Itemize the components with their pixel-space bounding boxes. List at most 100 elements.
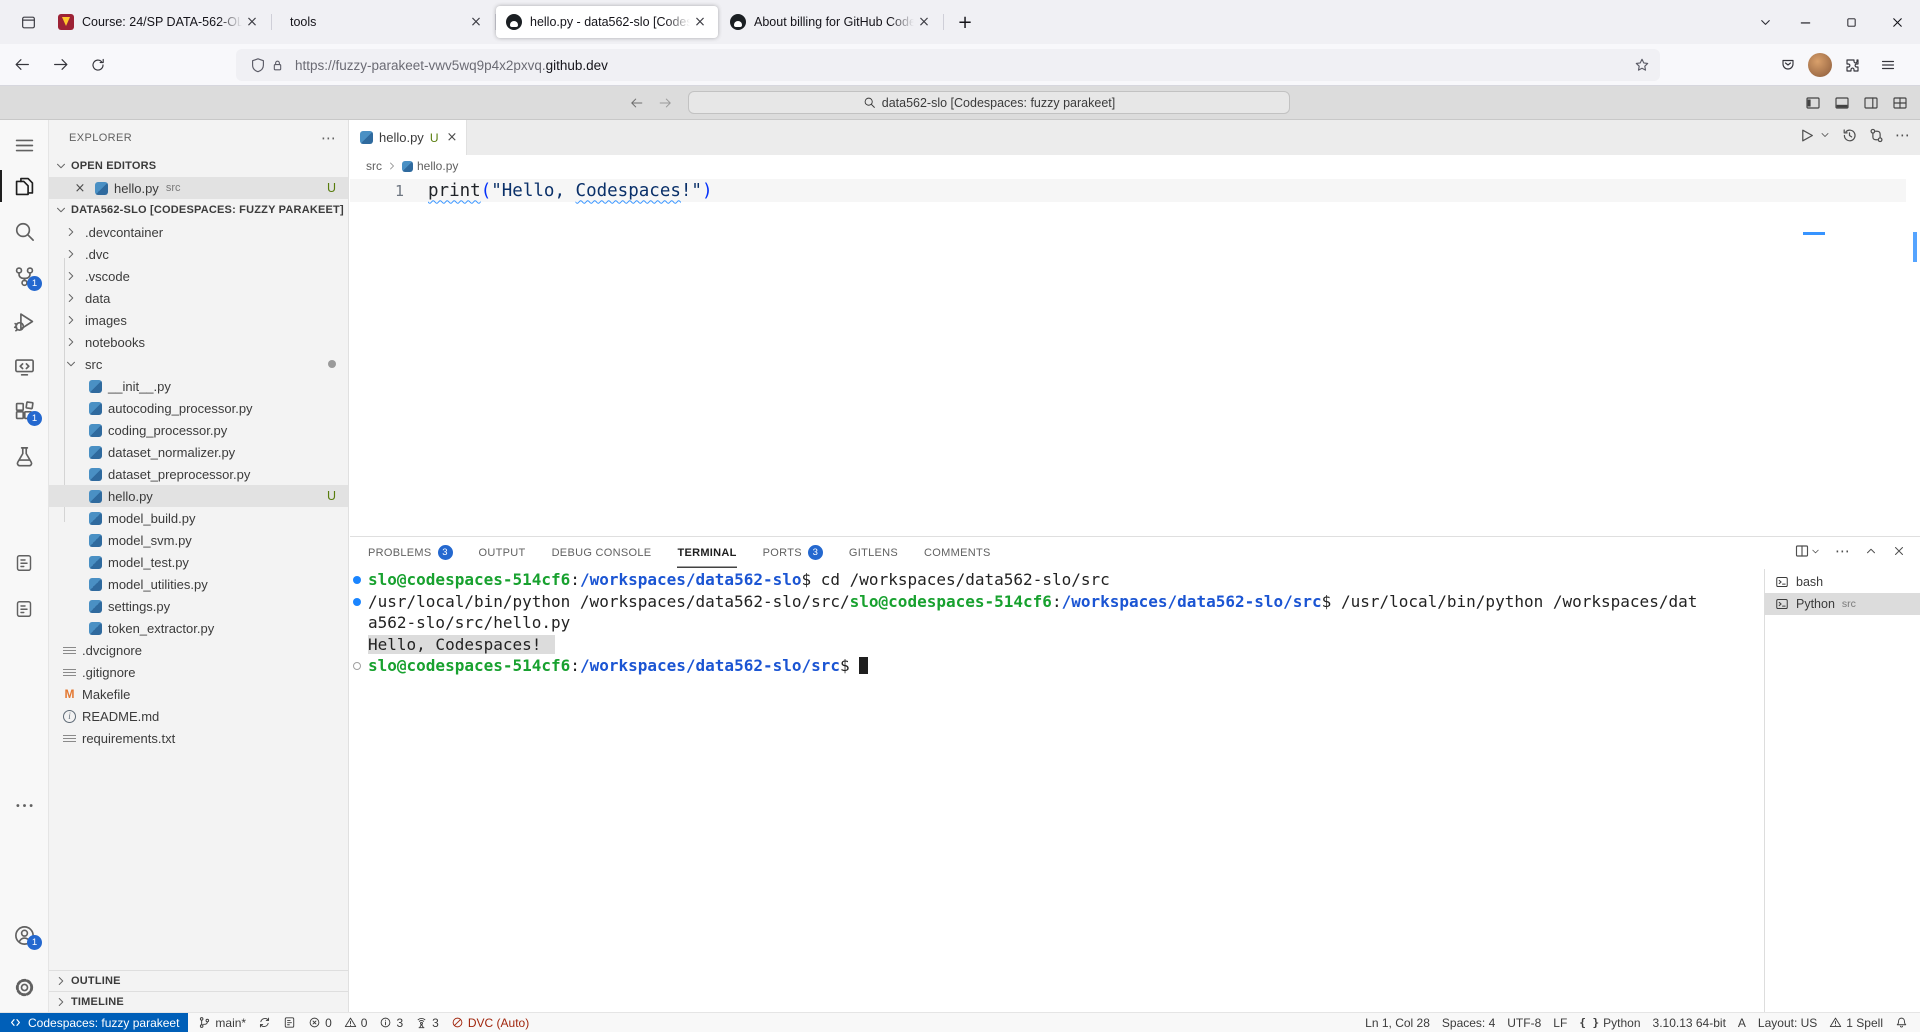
browser-tab[interactable]: Course: 24/SP DATA-562-OL1 - S× <box>48 6 270 38</box>
browser-tab[interactable]: hello.py - data562-slo [Codespa× <box>496 6 718 38</box>
explorer-more-actions-icon[interactable]: ⋯ <box>321 129 336 147</box>
tree-item[interactable]: model_build.py <box>49 507 348 529</box>
run-dropdown-chevron-icon[interactable] <box>1819 129 1831 141</box>
status-item-forwarded-ports[interactable]: 3 <box>409 1016 445 1030</box>
back-button[interactable] <box>6 50 38 80</box>
tree-item[interactable]: .dvc <box>49 243 348 265</box>
more-actions-icon[interactable]: ⋯ <box>1895 126 1910 144</box>
panel-tab-output[interactable]: OUTPUT <box>479 537 526 568</box>
breadcrumb[interactable]: src hello.py <box>350 155 1920 177</box>
status-item-dvc-auto[interactable]: DVC (Auto) <box>445 1016 535 1030</box>
terminal-instance-bash[interactable]: bash <box>1765 571 1920 593</box>
panel-tab-comments[interactable]: COMMENTS <box>924 537 991 568</box>
status-item-indentation[interactable]: Spaces: 4 <box>1436 1016 1501 1030</box>
timeline-history-icon[interactable] <box>1841 127 1858 144</box>
status-item-warnings[interactable]: 0 <box>338 1016 374 1030</box>
app-menu-icon[interactable] <box>1872 50 1904 80</box>
tree-item[interactable]: MMakefile <box>49 683 348 705</box>
tree-item[interactable]: model_svm.py <box>49 529 348 551</box>
reload-button[interactable] <box>82 50 114 80</box>
bookmark-star-icon[interactable] <box>1634 57 1650 73</box>
browser-tab[interactable]: About billing for GitHub Codes× <box>720 6 942 38</box>
timeline-section-header[interactable]: TIMELINE <box>49 991 348 1012</box>
activity-item-custom-extension-2[interactable] <box>0 592 48 626</box>
close-icon[interactable]: × <box>914 12 934 32</box>
command-decoration-filled[interactable] <box>353 598 361 606</box>
terminal[interactable]: slo@codespaces-514cf6:/workspaces/data56… <box>350 569 1764 1012</box>
run-python-file-icon[interactable] <box>1798 127 1815 144</box>
open-editor-item[interactable]: × hello.py src U <box>49 177 348 199</box>
close-icon[interactable]: × <box>71 179 89 197</box>
extensions-puzzle-icon[interactable] <box>1836 50 1868 80</box>
list-all-tabs-icon[interactable] <box>1748 7 1782 37</box>
split-terminal-icon[interactable] <box>1794 543 1821 559</box>
status-item-cursor-position[interactable]: Ln 1, Col 28 <box>1359 1016 1436 1030</box>
close-icon[interactable]: × <box>242 12 262 32</box>
activity-item-remote-explorer[interactable] <box>0 349 48 383</box>
status-item-keyboard-layout[interactable]: Layout: US <box>1752 1016 1823 1030</box>
firefox-view-icon[interactable] <box>12 8 44 36</box>
status-item-infos[interactable]: 3 <box>373 1016 409 1030</box>
tree-item[interactable]: requirements.txt <box>49 727 348 749</box>
tracking-protection-shield-icon[interactable] <box>250 57 266 73</box>
activity-item-source-control[interactable]: 1 <box>0 259 48 293</box>
url-bar[interactable]: https://fuzzy-parakeet-vwv5wq9p4x2pxvq.g… <box>236 49 1660 81</box>
activity-item-explorer[interactable] <box>0 169 48 203</box>
command-decoration-outline[interactable] <box>353 662 361 670</box>
terminal-instance-python[interactable]: Pythonsrc <box>1765 593 1920 615</box>
profile-avatar[interactable] <box>1808 53 1832 77</box>
panel-tab-ports[interactable]: PORTS3 <box>763 537 823 568</box>
new-tab-button[interactable]: + <box>950 8 980 36</box>
command-center-search[interactable]: data562-slo [Codespaces: fuzzy parakeet] <box>688 91 1290 114</box>
tree-item[interactable]: .gitignore <box>49 661 348 683</box>
activity-item-run-and-debug[interactable] <box>0 304 48 338</box>
status-item-python-interpreter[interactable]: 3.10.13 64-bit <box>1647 1016 1732 1030</box>
lock-icon[interactable] <box>270 58 285 73</box>
panel-tab-problems[interactable]: PROBLEMS3 <box>368 537 453 568</box>
close-icon[interactable]: × <box>466 12 486 32</box>
tree-item[interactable]: coding_processor.py <box>49 419 348 441</box>
window-maximize-button[interactable] <box>1828 0 1874 44</box>
activity-item-menu[interactable] <box>0 128 48 162</box>
close-panel-icon[interactable] <box>1892 544 1906 558</box>
activity-item-testing[interactable] <box>0 439 48 473</box>
tree-item[interactable]: src <box>49 353 348 375</box>
toggle-secondary-sidebar-icon[interactable] <box>1860 93 1881 113</box>
code-area[interactable]: 1 print("Hello, Codespaces!") <box>350 177 1920 536</box>
toggle-panel-icon[interactable] <box>1831 93 1852 113</box>
workspace-root-header[interactable]: DATA562-SLO [CODESPACES: FUZZY PARAKEET] <box>49 199 348 221</box>
toggle-primary-sidebar-icon[interactable] <box>1802 93 1823 113</box>
activity-item-additional-views[interactable] <box>0 788 48 822</box>
panel-more-actions-icon[interactable]: ⋯ <box>1835 542 1850 560</box>
panel-tab-debug-console[interactable]: DEBUG CONSOLE <box>552 537 652 568</box>
close-icon[interactable]: × <box>446 130 457 145</box>
outline-section-header[interactable]: OUTLINE <box>49 970 348 991</box>
status-item-accessibility[interactable]: A <box>1732 1016 1752 1030</box>
status-item-encoding[interactable]: UTF-8 <box>1501 1016 1547 1030</box>
window-close-button[interactable] <box>1874 0 1920 44</box>
command-decoration-filled[interactable] <box>353 576 361 584</box>
tree-item[interactable]: notebooks <box>49 331 348 353</box>
tree-item[interactable]: __init__.py <box>49 375 348 397</box>
tree-item[interactable]: settings.py <box>49 595 348 617</box>
tree-item[interactable]: .dvcignore <box>49 639 348 661</box>
tree-item[interactable]: autocoding_processor.py <box>49 397 348 419</box>
forward-button[interactable] <box>44 50 76 80</box>
tree-item[interactable]: iREADME.md <box>49 705 348 727</box>
tree-item[interactable]: model_utilities.py <box>49 573 348 595</box>
panel-tab-terminal[interactable]: TERMINAL <box>677 537 736 568</box>
maximize-panel-icon[interactable] <box>1864 544 1878 558</box>
panel-tab-gitlens[interactable]: GITLENS <box>849 537 898 568</box>
tree-item[interactable]: token_extractor.py <box>49 617 348 639</box>
status-item-spell-checker[interactable]: 1 Spell <box>1823 1016 1889 1030</box>
status-item-eol[interactable]: LF <box>1547 1016 1573 1030</box>
tree-item[interactable]: hello.pyU <box>49 485 348 507</box>
status-item-extension-status[interactable] <box>277 1016 302 1029</box>
activity-item-custom-extension-1[interactable] <box>0 546 48 580</box>
activity-item-settings[interactable] <box>0 970 48 1004</box>
customize-layout-icon[interactable] <box>1889 93 1910 113</box>
browser-tab[interactable]: tools× <box>272 6 494 38</box>
close-icon[interactable]: × <box>690 12 710 32</box>
scrollbar-decoration[interactable] <box>1913 232 1917 262</box>
pocket-icon[interactable] <box>1772 50 1804 80</box>
